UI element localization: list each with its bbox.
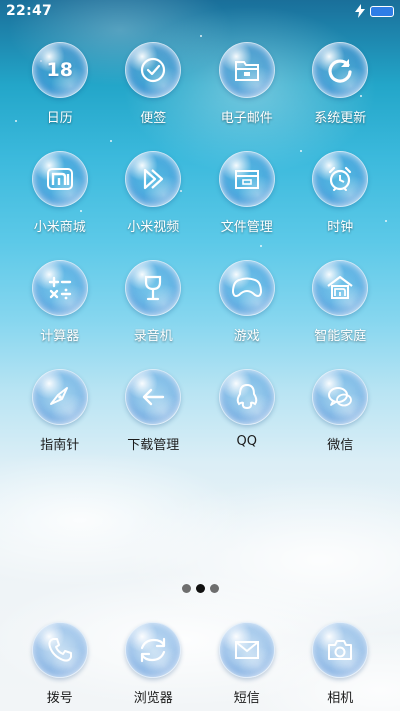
app-label: 下载管理 — [127, 438, 180, 453]
qq-penguin-icon — [218, 369, 275, 425]
app-label: 智能家庭 — [314, 329, 367, 344]
app-compass[interactable]: 指南针 — [13, 367, 107, 476]
app-mi-video[interactable]: 小米视频 — [107, 149, 201, 258]
app-label: 小米视频 — [127, 220, 180, 235]
mi-store-icon — [31, 151, 88, 207]
app-label: 文件管理 — [220, 220, 273, 235]
app-smart-home[interactable]: 智能家庭 — [294, 258, 388, 367]
dock-app-phone[interactable]: 拨号 — [13, 620, 107, 706]
app-label: 日历 — [46, 111, 73, 126]
app-label: 录音机 — [133, 329, 173, 344]
app-notes[interactable]: 便签 — [107, 40, 201, 149]
app-clock[interactable]: 时钟 — [294, 149, 388, 258]
app-label: 浏览器 — [133, 691, 173, 706]
alarm-clock-icon — [312, 151, 369, 207]
app-label: 相机 — [327, 691, 354, 706]
battery-icon — [370, 6, 394, 17]
app-wechat[interactable]: 微信 — [294, 367, 388, 476]
app-label: 计算器 — [40, 329, 80, 344]
file-manager-icon — [218, 151, 275, 207]
app-label: 电子邮件 — [220, 111, 273, 126]
app-label: 便签 — [140, 111, 167, 126]
refresh-icon — [312, 42, 369, 98]
app-calendar[interactable]: 18 日历 — [13, 40, 107, 149]
page-dot-active[interactable] — [195, 584, 205, 593]
app-email[interactable]: 电子邮件 — [200, 40, 294, 149]
app-label: 短信 — [233, 691, 260, 706]
home-app-grid: 18 日历 便签 电子邮件 系统更新 小米商城 小米视频 文件管理 时钟 计算器… — [13, 40, 387, 476]
dock-app-browser[interactable]: 浏览器 — [107, 620, 201, 706]
app-qq[interactable]: QQ — [200, 367, 294, 476]
dock-app-messages[interactable]: 短信 — [200, 620, 294, 706]
app-label: QQ — [236, 434, 257, 449]
compass-icon — [31, 369, 88, 425]
star — [200, 35, 202, 37]
recorder-goblet-icon — [125, 260, 182, 316]
message-envelope-icon — [218, 622, 275, 678]
app-recorder[interactable]: 录音机 — [107, 258, 201, 367]
page-dot[interactable] — [209, 584, 219, 593]
notes-check-icon — [125, 42, 182, 98]
app-label: 小米商城 — [33, 220, 86, 235]
camera-icon — [312, 622, 369, 678]
app-row: 18 日历 便签 电子邮件 系统更新 — [13, 40, 387, 149]
calculator-icon — [31, 260, 88, 316]
app-system-update[interactable]: 系统更新 — [294, 40, 388, 149]
smart-home-icon — [312, 260, 369, 316]
page-indicator[interactable] — [0, 584, 400, 593]
status-time: 22:47 — [6, 3, 53, 19]
dock: 拨号 浏览器 短信 相机 — [13, 620, 387, 706]
charging-icon — [355, 4, 365, 18]
app-row: 指南针 下载管理 QQ 微信 — [13, 367, 387, 476]
calendar-date: 18 — [46, 59, 73, 81]
video-play-icon — [125, 151, 182, 207]
wechat-icon — [312, 369, 369, 425]
phone-dial-icon — [31, 622, 88, 678]
app-label: 指南针 — [40, 438, 80, 453]
app-download-manager[interactable]: 下载管理 — [107, 367, 201, 476]
app-label: 游戏 — [233, 329, 260, 344]
app-row: 计算器 录音机 游戏 智能家庭 — [13, 258, 387, 367]
app-row: 小米商城 小米视频 文件管理 时钟 — [13, 149, 387, 258]
mail-folder-icon — [218, 42, 275, 98]
app-label: 拨号 — [46, 691, 73, 706]
status-bar: 22:47 — [0, 0, 400, 24]
app-calculator[interactable]: 计算器 — [13, 258, 107, 367]
app-file-manager[interactable]: 文件管理 — [200, 149, 294, 258]
dock-app-camera[interactable]: 相机 — [294, 620, 388, 706]
browser-sync-icon — [125, 622, 182, 678]
app-games[interactable]: 游戏 — [200, 258, 294, 367]
app-label: 微信 — [327, 438, 354, 453]
gamepad-icon — [218, 260, 275, 316]
app-mi-store[interactable]: 小米商城 — [13, 149, 107, 258]
app-label: 系统更新 — [314, 111, 367, 126]
calendar-icon: 18 — [31, 42, 88, 98]
page-dot[interactable] — [181, 584, 191, 593]
download-arrow-icon — [125, 369, 182, 425]
app-label: 时钟 — [327, 220, 354, 235]
